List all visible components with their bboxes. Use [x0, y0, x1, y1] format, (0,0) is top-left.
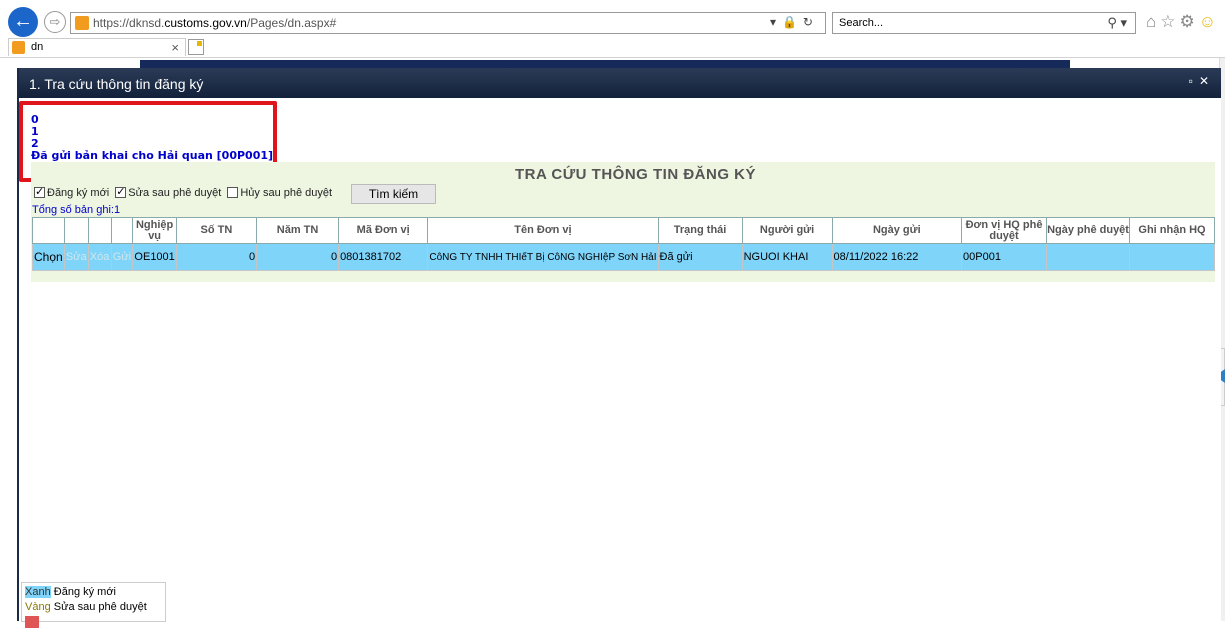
- table-row: Chọn Sửa Xóa Gửi OE1001 0 0 0801381702 C…: [32, 243, 1215, 271]
- header-nam-tn: Năm TN: [256, 217, 340, 244]
- tab-strip: dn ×: [0, 38, 1225, 58]
- header-action: [110, 217, 134, 244]
- cell-nghiep-vu: OE1001: [132, 243, 177, 271]
- checkbox[interactable]: [34, 185, 45, 198]
- header-trang-thai: Trạng thái: [657, 217, 743, 244]
- gear-icon[interactable]: ⚙: [1180, 12, 1199, 31]
- url-text: https://dknsd.customs.gov.vn/Pages/dn.as…: [93, 16, 337, 30]
- home-icon[interactable]: ⌂: [1146, 12, 1160, 31]
- star-icon[interactable]: ☆: [1160, 12, 1179, 31]
- close-icon[interactable]: ✕: [1199, 74, 1215, 88]
- lookup-dialog: 1. Tra cứu thông tin đăng ký ▫✕ 0 1 2 Đã…: [17, 68, 1221, 628]
- search-panel: TRA CỨU THÔNG TIN ĐĂNG KÝ Đăng ký mới Sử…: [31, 162, 1215, 282]
- cell-so-tn: 0: [175, 243, 258, 271]
- header-don-vi-hq: Đơn vị HQ phê duyệt: [961, 217, 1048, 244]
- select-link[interactable]: Chọn: [32, 243, 65, 271]
- dialog-title: 1. Tra cứu thông tin đăng ký: [29, 76, 204, 92]
- header-ngay-gui: Ngày gửi: [831, 217, 963, 244]
- header-ma-don-vi: Mã Đơn vị: [338, 217, 429, 244]
- browser-tool-icons: ⌂☆⚙☺: [1146, 12, 1220, 32]
- cell-don-vi-hq: 00P001: [961, 243, 1048, 271]
- checkbox[interactable]: [115, 185, 127, 198]
- address-bar[interactable]: https://dknsd.customs.gov.vn/Pages/dn.as…: [70, 12, 826, 34]
- cell-ngay-gui: 08/11/2022 16:22: [831, 243, 963, 271]
- legend-item-partial: Đỏ: [25, 615, 162, 630]
- header-so-tn: Số TN: [175, 217, 258, 244]
- header-ngay-phe-duyet: Ngày phê duyệt: [1046, 217, 1131, 244]
- edit-link: Sửa: [63, 243, 89, 271]
- background-header-strip: [140, 60, 1070, 68]
- search-button[interactable]: Tìm kiếm: [351, 184, 436, 204]
- filter-sua-sau-phe-duyet[interactable]: Sửa sau phê duyệt: [115, 185, 221, 199]
- panel-title: TRA CỨU THÔNG TIN ĐĂNG KÝ: [514, 166, 757, 183]
- header-action: [87, 217, 112, 244]
- cell-nam-tn: 0: [256, 243, 340, 271]
- cell-trang-thai: Đã gửi: [657, 243, 743, 271]
- legend-swatch-yellow: Vàng: [25, 601, 51, 613]
- filter-huy-sau-phe-duyet[interactable]: Hủy sau phê duyệt: [227, 187, 332, 199]
- search-icon[interactable]: ⚲ ▾: [1107, 15, 1127, 31]
- new-tab-icon[interactable]: [188, 39, 204, 55]
- url-actions[interactable]: ▾🔒↻: [770, 15, 819, 29]
- dialog-controls: ▫✕: [1189, 74, 1215, 88]
- header-action: [63, 217, 89, 244]
- cell-nguoi-gui: NGUOI KHAI: [741, 243, 833, 271]
- legend-item: Xanh Đăng ký mới: [25, 586, 116, 598]
- legend-swatch-red: Đỏ: [25, 616, 40, 628]
- filter-dang-ky-moi[interactable]: Đăng ký mới: [34, 185, 109, 199]
- cell-ten-don-vi: CôNG TY TNHH THIếT Bị CôNG NGHIệP SơN Hả…: [427, 243, 659, 271]
- cell-ghi-nhan-hq: [1129, 243, 1215, 271]
- send-link: Gửi: [110, 243, 134, 271]
- back-icon[interactable]: ←: [8, 7, 38, 37]
- checkbox[interactable]: [227, 187, 239, 198]
- header-nguoi-gui: Người gửi: [741, 217, 833, 244]
- filter-group: Đăng ký mới Sửa sau phê duyệt Hủy sau ph…: [34, 185, 335, 199]
- tab-dn[interactable]: dn ×: [8, 38, 186, 56]
- legend-item: Vàng Sửa sau phê duyệt: [25, 601, 147, 613]
- legend-swatch-blue: Xanh: [25, 586, 51, 598]
- smiley-icon[interactable]: ☺: [1199, 12, 1220, 31]
- total-records: Tổng số bản ghi:1: [32, 204, 121, 216]
- cell-ngay-phe-duyet: [1046, 243, 1131, 271]
- search-input[interactable]: Search... ⚲ ▾: [832, 12, 1136, 34]
- forward-icon[interactable]: ⇨: [44, 11, 66, 33]
- table-header-row: Nghiệp vụ Số TN Năm TN Mã Đơn vị Tên Đơn…: [32, 217, 1215, 244]
- color-legend: Xanh Đăng ký mới Vàng Sửa sau phê duyệt …: [21, 582, 166, 628]
- delete-link: Xóa: [87, 243, 112, 271]
- restore-icon[interactable]: ▫: [1189, 74, 1199, 88]
- header-ghi-nhan-hq: Ghi nhận HQ: [1129, 217, 1215, 244]
- tab-favicon-icon: [12, 41, 25, 54]
- close-icon[interactable]: ×: [171, 40, 179, 55]
- results-table: Nghiệp vụ Số TN Năm TN Mã Đơn vị Tên Đơn…: [32, 217, 1215, 271]
- site-favicon-icon: [75, 16, 89, 30]
- header-ten-don-vi: Tên Đơn vị: [427, 217, 659, 244]
- header-nghiep-vu: Nghiệp vụ: [132, 217, 177, 244]
- browser-toolbar: ← ⇨ https://dknsd.customs.gov.vn/Pages/d…: [0, 0, 1225, 38]
- header-action: [32, 217, 65, 244]
- dialog-titlebar[interactable]: 1. Tra cứu thông tin đăng ký ▫✕: [19, 68, 1221, 98]
- cell-ma-don-vi: 0801381702: [338, 243, 429, 271]
